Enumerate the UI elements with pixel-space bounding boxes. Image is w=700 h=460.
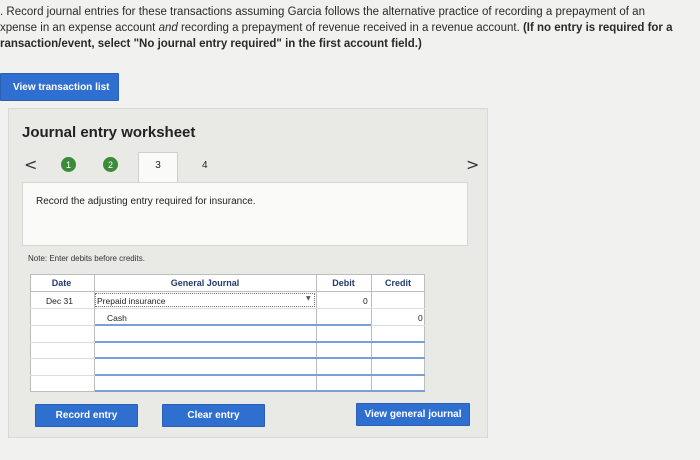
instructions-line-2: xpense in an expense account and recordi… [0, 20, 700, 36]
credit-input[interactable] [372, 326, 424, 341]
account-cell[interactable]: Prepaid insurance [97, 296, 166, 306]
account-cell[interactable]: Cash [107, 313, 127, 323]
debit-input[interactable] [317, 326, 370, 341]
next-chevron-icon[interactable]: > [466, 155, 479, 174]
general-journal-header: General Journal [170, 277, 240, 288]
step-3-tab[interactable]: 3 [138, 152, 178, 184]
instructions-line-1: . Record journal entries for these trans… [0, 6, 645, 18]
debit-header: Debit [332, 277, 355, 288]
date-header: Date [51, 277, 72, 288]
account-input[interactable] [95, 376, 315, 390]
worksheet-title: Journal entry worksheet [22, 124, 196, 141]
account-input[interactable] [95, 343, 315, 357]
instructions-line-2-b: recording a prepayment of revenue receiv… [177, 22, 523, 34]
step-4-tab[interactable]: 4 [202, 160, 208, 171]
date-cell: Dec 31 [46, 296, 73, 306]
clear-entry-button[interactable]: Clear entry [162, 404, 265, 427]
prompt-text: Record the adjusting entry required for … [36, 196, 256, 207]
credit-input[interactable]: 0 [418, 313, 423, 323]
dropdown-arrow-icon[interactable]: ▼ [306, 295, 311, 302]
instructions: . Record journal entries for these trans… [0, 4, 700, 52]
instructions-line-2-bold: (If no entry is required for a [522, 22, 673, 34]
row-focus-line [95, 390, 425, 392]
row-divider [30, 308, 425, 309]
credit-header: Credit [384, 277, 411, 288]
instructions-line-2-a: xpense in an expense account [0, 22, 159, 34]
previous-chevron-icon[interactable]: < [24, 155, 37, 174]
instructions-line-3: ransaction/event, select "No journal ent… [0, 38, 422, 50]
record-entry-button[interactable]: Record entry [35, 404, 138, 427]
prompt-box [22, 182, 468, 246]
view-general-journal-button[interactable]: View general journal [356, 403, 470, 426]
step-2-tab[interactable]: 2 [103, 157, 118, 172]
account-input[interactable] [95, 359, 315, 373]
view-transaction-list-button[interactable]: View transaction list [0, 73, 119, 101]
debit-input[interactable]: 0 [363, 296, 368, 306]
account-input[interactable] [95, 326, 315, 341]
header-divider [30, 291, 425, 292]
instructions-and: and [158, 22, 178, 34]
step-1-tab[interactable]: 1 [61, 157, 76, 172]
debits-note: Note: Enter debits before credits. [28, 254, 145, 263]
